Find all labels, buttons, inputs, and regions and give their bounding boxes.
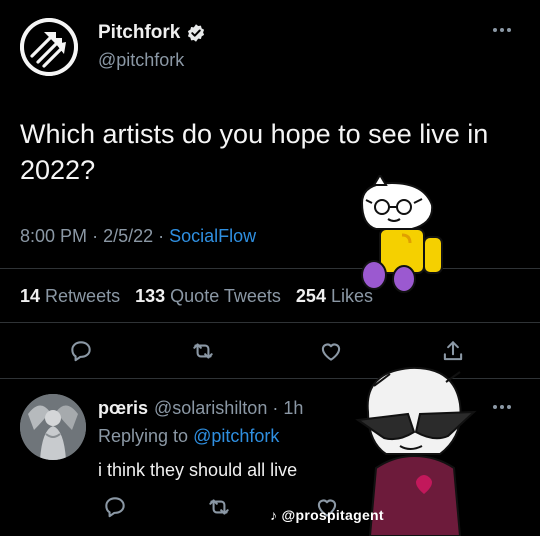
retweet-button[interactable] (190, 338, 216, 364)
main-tweet[interactable]: Pitchfork @pitchfork Which artists do yo… (0, 0, 540, 380)
author-handle[interactable]: @pitchfork (98, 50, 184, 71)
quotes-label: Quote Tweets (170, 286, 281, 306)
reply-age[interactable]: 1h (283, 398, 303, 418)
reply-more-horizontal-icon[interactable] (492, 403, 512, 411)
retweets-label: Retweets (45, 286, 121, 306)
verified-badge-icon (188, 24, 205, 42)
reply-header: pœris @solarishilton · 1h (98, 398, 303, 419)
quotes-count: 133 (135, 286, 166, 306)
reply-bubble-icon (71, 341, 91, 362)
heart-icon (321, 343, 341, 361)
retweets-stat[interactable]: 14 Retweets (20, 286, 120, 306)
quotes-stat[interactable]: 133 Quote Tweets (135, 286, 281, 306)
pitchfork-logo-icon (20, 18, 78, 76)
watermark-text: @prospitagent (281, 507, 384, 523)
reply-avatar[interactable] (20, 394, 86, 460)
reply-author-handle[interactable]: @solarishilton (154, 398, 267, 418)
like-button[interactable] (318, 338, 344, 364)
reply-bubble-icon (105, 497, 125, 518)
retweet-icon (209, 499, 229, 515)
reply-retweet-button[interactable] (206, 494, 232, 520)
author-name[interactable]: Pitchfork (98, 22, 180, 44)
meta-separator: · (158, 226, 165, 246)
replying-to-mention[interactable]: @pitchfork (193, 426, 279, 446)
reply-author-name[interactable]: pœris (98, 398, 148, 418)
reply-text: i think they should all live (98, 460, 298, 480)
tweet-source[interactable]: SocialFlow (169, 226, 256, 246)
replying-prefix: Replying to (98, 426, 189, 446)
tweet-time[interactable]: 8:00 PM (20, 226, 87, 246)
retweets-count: 14 (20, 286, 41, 306)
yellow-character-sticker (360, 175, 443, 293)
replying-to-line: Replying to @pitchfork (98, 426, 279, 447)
reply-button[interactable] (68, 338, 94, 364)
meta-separator: · (92, 226, 99, 246)
watermark: ♪ @prospitagent (270, 507, 384, 523)
divider (0, 268, 540, 269)
tweet-date[interactable]: 2/5/22 (103, 226, 153, 246)
divider (0, 322, 540, 323)
reply-separator: · (272, 398, 279, 418)
tiktok-icon: ♪ (270, 507, 278, 523)
pitchfork-avatar[interactable] (20, 18, 78, 76)
tweet-meta: 8:00 PM · 2/5/22 · SocialFlow (20, 226, 256, 247)
angel-statue-avatar-icon (20, 394, 86, 460)
tweet-stats: 14 Retweets 133 Quote Tweets 254 Likes (20, 286, 383, 307)
author-name-row[interactable]: Pitchfork (98, 22, 206, 44)
likes-count: 254 (295, 286, 326, 306)
more-horizontal-icon[interactable] (492, 26, 512, 34)
retweet-icon (193, 343, 213, 359)
reply-reply-button[interactable] (102, 494, 128, 520)
